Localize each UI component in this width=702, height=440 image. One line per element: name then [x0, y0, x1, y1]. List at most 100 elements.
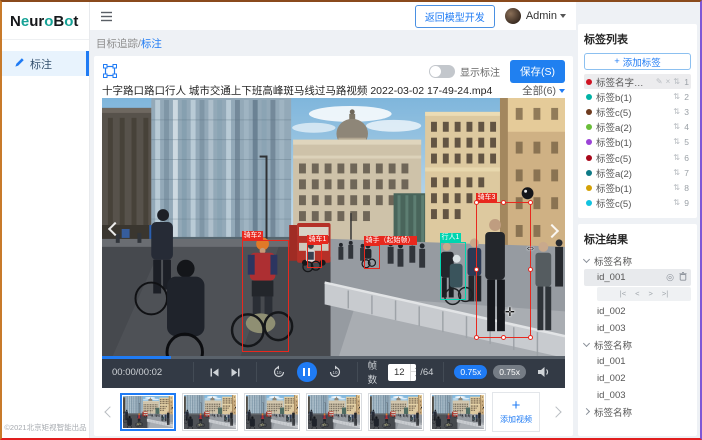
avatar[interactable] — [505, 8, 521, 24]
label-row[interactable]: 标签c(5)⇅3 — [584, 104, 691, 119]
time-display: 00:00/00:02 — [102, 362, 194, 382]
resize-handle[interactable] — [528, 335, 533, 340]
label-row[interactable]: 标签c(5)⇅6 — [584, 150, 691, 165]
add-video-label: 添加视频 — [500, 414, 532, 425]
label-row[interactable]: 标签b(1)⇅5 — [584, 135, 691, 150]
frame-increment-button[interactable] — [411, 364, 416, 373]
video-thumbnail-6[interactable] — [430, 393, 486, 431]
bounding-box-tool-icon[interactable] — [102, 63, 118, 79]
label-color-dot — [586, 170, 592, 176]
resize-handle[interactable] — [501, 335, 506, 340]
show-annotations-toggle[interactable] — [429, 65, 455, 78]
resize-handle[interactable] — [528, 200, 533, 205]
label-name: 标签b(1) — [596, 181, 670, 195]
video-thumbnail-1[interactable] — [120, 393, 176, 431]
bbox-rider-startframe[interactable]: 骑手（起始帧） — [364, 245, 380, 269]
back-to-model-dev-button[interactable]: 返回模型开发 — [415, 5, 495, 28]
chevron-down-icon — [560, 14, 566, 18]
result-item[interactable]: id_001 — [584, 353, 691, 370]
resize-handle[interactable] — [501, 200, 506, 205]
label-row[interactable]: 标签a(2)⇅7 — [584, 165, 691, 180]
shortcut-icon: ⇅ — [673, 108, 680, 116]
top-bar: 返回模型开发 Admin — [90, 2, 576, 30]
video-controls: 00:00/00:02 10 10 帧数 — [102, 356, 565, 388]
label-color-dot — [586, 185, 592, 191]
filter-label: 全部(6) — [522, 83, 556, 98]
breadcrumb-parent[interactable]: 目标追踪 — [96, 38, 138, 50]
copyright-text: ©2021北京矩视智能出品 — [2, 422, 89, 433]
rewind-10-icon[interactable]: 10 — [272, 365, 286, 379]
result-item-selected[interactable]: id_001 ◎ — [584, 269, 691, 286]
resize-handle[interactable] — [474, 200, 479, 205]
resize-handle[interactable] — [474, 335, 479, 340]
video-thumbnail-2[interactable] — [182, 393, 238, 431]
bbox-label: 骑车1 — [307, 235, 329, 244]
add-label-button[interactable]: +添加标签 — [584, 53, 691, 70]
bbox-rider1[interactable]: 骑车1 — [307, 244, 322, 268]
frame-number-input[interactable] — [388, 367, 410, 378]
result-item[interactable]: id_003 — [584, 320, 691, 337]
label-row[interactable]: 标签b(1)⇅8 — [584, 180, 691, 195]
annotation-toolbar: 显示标注 保存(S) — [102, 59, 565, 83]
pager-first-icon[interactable]: |< — [620, 290, 626, 298]
label-color-dot — [586, 155, 592, 161]
result-item-id: id_001 — [597, 356, 626, 367]
video-thumbnail-4[interactable] — [306, 393, 362, 431]
sidebar-item-annotate[interactable]: 标注 — [2, 51, 89, 76]
forward-10-icon[interactable]: 10 — [328, 365, 342, 379]
bbox-rider2[interactable]: 骑车2 — [242, 240, 289, 352]
label-row[interactable]: 标签c(5)⇅9 — [584, 196, 691, 211]
strip-left-chevron-icon[interactable] — [104, 406, 115, 417]
pager-prev-icon[interactable]: < — [635, 290, 639, 298]
next-frame-icon[interactable] — [230, 367, 241, 378]
label-row[interactable]: 标签b(1)⇅2 — [584, 89, 691, 104]
video-stage[interactable]: 骑车2 骑车1 骑手（起始帧） 行人1 骑车3 ✛ ⇔ — [102, 98, 565, 356]
label-color-dot — [586, 124, 592, 130]
add-video-button[interactable]: +添加视频 — [492, 392, 540, 432]
filter-dropdown[interactable]: 全部(6) — [522, 83, 565, 98]
svg-text:10: 10 — [332, 370, 338, 375]
pager-last-icon[interactable]: >| — [662, 290, 668, 298]
speed-pill-active[interactable]: 0.75x — [454, 365, 487, 379]
pager-next-icon[interactable]: > — [649, 290, 653, 298]
label-row[interactable]: 标签名字最长数... ✎ × ⇅ 1 — [584, 74, 691, 89]
pause-button[interactable] — [297, 362, 317, 382]
trash-icon[interactable] — [679, 272, 687, 283]
result-group-name: 标签名称 — [594, 405, 632, 419]
label-color-dot — [586, 109, 592, 115]
bbox-rider3-selected[interactable]: 骑车3 — [476, 202, 531, 338]
save-button[interactable]: 保存(S) — [510, 60, 565, 83]
label-shortcut: 5 — [683, 137, 689, 147]
result-group[interactable]: 标签名称 — [584, 253, 691, 269]
frame-step-group — [194, 362, 257, 382]
label-shortcut: 9 — [683, 198, 689, 208]
plus-icon: + — [614, 56, 620, 67]
menu-collapse-icon[interactable] — [100, 11, 113, 22]
resize-handle[interactable] — [474, 267, 479, 272]
logo-letter: o — [44, 13, 53, 30]
delete-label-icon[interactable]: × — [666, 78, 671, 86]
result-item[interactable]: id_003 — [584, 387, 691, 404]
label-shortcut: 6 — [683, 153, 689, 163]
edit-label-icon[interactable]: ✎ — [656, 78, 663, 86]
strip-right-chevron-icon[interactable] — [550, 406, 561, 417]
seek-bar[interactable] — [102, 356, 565, 359]
video-thumbnail-5[interactable] — [368, 393, 424, 431]
result-item[interactable]: id_002 — [584, 370, 691, 387]
user-menu[interactable]: Admin — [526, 10, 566, 22]
label-row[interactable]: 标签a(2)⇅4 — [584, 120, 691, 135]
bbox-pedestrian1[interactable]: 行人1 — [440, 242, 466, 300]
locate-icon[interactable]: ◎ — [666, 273, 674, 282]
result-group-collapsed[interactable]: 标签名称 — [584, 404, 691, 420]
prev-frame-icon[interactable] — [209, 367, 220, 378]
frame-decrement-button[interactable] — [411, 372, 416, 381]
volume-icon[interactable] — [537, 366, 550, 378]
label-shortcut: 3 — [683, 107, 689, 117]
video-thumbnail-3[interactable] — [244, 393, 300, 431]
speed-pill-alt[interactable]: 0.75x — [493, 365, 526, 379]
resize-handle[interactable] — [528, 267, 533, 272]
label-name: 标签b(1) — [596, 90, 670, 104]
result-group[interactable]: 标签名称 — [584, 337, 691, 353]
label-list-card: 标签列表 +添加标签 标签名字最长数... ✎ × ⇅ 1 标签b(1)⇅2 标… — [578, 24, 697, 218]
result-item[interactable]: id_002 — [584, 303, 691, 320]
